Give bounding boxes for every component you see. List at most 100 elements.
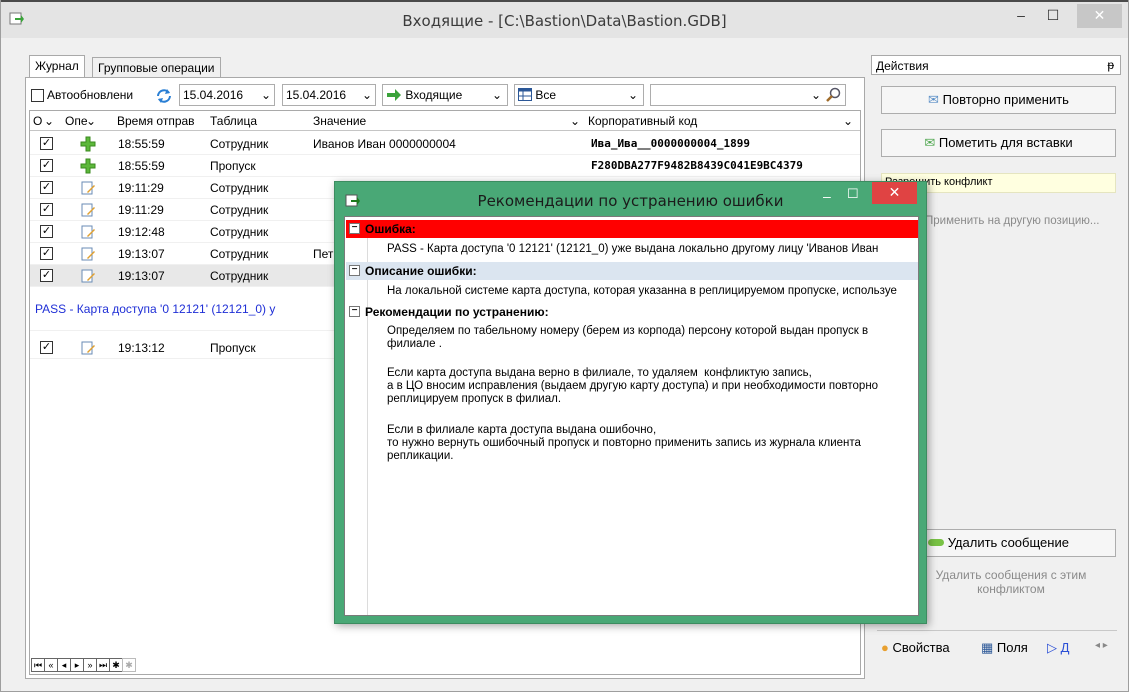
col-header-time[interactable]: Время отправ [117,114,195,128]
actions-title: Действия [876,59,929,73]
filter-select[interactable]: Все ⌄ [514,84,644,106]
row-time: 19:13:07 [118,269,165,283]
filter-value: Все [535,88,557,102]
dialog-close-button[interactable]: ✕ [872,182,917,204]
date-to-select[interactable]: 15.04.2016 ⌄ [282,84,376,106]
actions-header: Действия ᵽ [871,55,1121,75]
chevron-down-icon[interactable]: ⌄ [570,114,580,128]
chevron-down-icon[interactable]: ⌄ [86,114,96,128]
reapply-label: Повторно применить [942,92,1069,107]
disabled-nav-icon: ✱ [122,658,136,672]
arrow-right-icon [387,89,401,101]
row-table: Пропуск [210,341,256,355]
recommendations-header: Рекомендации по устранению: [365,305,549,319]
search-input[interactable]: ⌄ [650,84,846,106]
table-row[interactable]: ✓ 18:55:59 Пропуск F280DBA277F9482B8439C… [30,155,860,177]
description-text: На локальной системе карта доступа, кото… [387,285,897,297]
minus-icon [928,539,945,546]
minimize-button[interactable]: – [1006,4,1036,28]
mark-insert-label: Пометить для вставки [938,135,1073,150]
tab-fields[interactable]: ▦ Поля [981,640,1028,656]
edit-icon [81,247,95,261]
tab-properties-label: Свойства [892,640,950,655]
last-record-icon[interactable]: ⏭ [96,658,110,672]
tab-scroll-icon[interactable]: ◂ ▸ [1095,640,1108,651]
table-row[interactable]: ✓ 18:55:59 Сотрудник Иванов Иван 0000000… [30,133,860,155]
recommendation-paragraph-1: Определяем по табельному номеру (берем и… [387,325,872,350]
new-record-icon[interactable]: ✱ [109,658,123,672]
mark-insert-button[interactable]: ✉ Пометить для вставки [881,129,1116,157]
dialog-body: − Ошибка: PASS - Карта доступа '0 12121'… [344,216,919,616]
window-title: Входящие - [C:\Bastion\Data\Bastion.GDB] [402,12,727,30]
error-section-header[interactable]: − Ошибка: [346,220,918,238]
date-from-value: 15.04.2016 [183,88,244,102]
col-header-op[interactable]: Опе [65,114,88,128]
row-table: Сотрудник [210,225,269,239]
tab-fields-label: Поля [996,640,1028,655]
recommendations-section-header[interactable]: − Рекомендации по устранению: [346,303,918,321]
next-record-icon[interactable]: ▸ [70,658,84,672]
tab-d[interactable]: ▷ Д [1047,640,1069,656]
collapse-icon[interactable]: − [349,306,360,317]
first-record-icon[interactable]: ⏮ [31,658,45,672]
row-time: 19:13:07 [118,247,165,261]
apply-other-item: Применить на другую позицию... [925,215,1100,227]
row-value: Пет [313,247,334,261]
recommendation-paragraph-2: Если карта доступа выдана верно в филиал… [387,367,879,405]
row-code: F280DBA277F9482B8439C041E9BC4379 [591,159,803,172]
search-icon[interactable] [825,87,841,103]
maximize-button[interactable]: ☐ [1038,4,1068,28]
add-icon [80,158,96,174]
tab-properties[interactable]: ● Свойства [881,640,950,655]
chevron-down-icon: ⌄ [260,88,271,102]
chevron-down-icon: ⌄ [627,88,638,102]
reapply-button[interactable]: ✉ Повторно применить [881,86,1116,114]
col-header-table[interactable]: Таблица [210,114,257,128]
row-table: Сотрудник [210,203,269,217]
autoupdate-checkbox[interactable] [31,89,44,102]
prev-page-icon[interactable]: « [44,658,58,672]
row-checkbox[interactable]: ✓ [40,247,53,260]
row-code: Ива_Ива__0000000004_1899 [591,137,750,150]
dialog-maximize-button[interactable]: ☐ [847,186,867,202]
pin-icon[interactable]: ᵽ [1107,58,1114,72]
row-error-text: PASS - Карта доступа '0 12121' (12121_0)… [35,302,276,316]
row-table: Сотрудник [210,269,269,283]
add-icon [80,136,96,152]
row-checkbox[interactable]: ✓ [40,137,53,150]
refresh-icon[interactable] [155,87,173,105]
recommendation-paragraph-3: Если в филиале карта доступа выдана ошиб… [387,424,861,462]
col-header-value[interactable]: Значение [313,114,366,128]
row-checkbox[interactable]: ✓ [40,159,53,172]
row-table: Сотрудник [210,137,269,151]
direction-select[interactable]: Входящие ⌄ [382,84,508,106]
edit-icon [81,341,95,355]
next-page-icon[interactable]: » [83,658,97,672]
col-header-o[interactable]: О [33,114,42,128]
toolbar: Автообновлени 15.04.2016 ⌄ 15.04.2016 ⌄ … [29,84,861,108]
divider [877,630,1117,631]
description-header: Описание ошибки: [365,264,477,278]
envelope-icon: ✉ [928,92,939,107]
collapse-icon[interactable]: − [349,265,360,276]
edit-icon [81,203,95,217]
tab-journal[interactable]: Журнал [29,55,85,77]
tab-group-operations[interactable]: Групповые операции [92,57,221,77]
row-checkbox[interactable]: ✓ [40,225,53,238]
row-checkbox[interactable]: ✓ [40,269,53,282]
chevron-down-icon[interactable]: ⌄ [843,114,853,128]
collapse-icon[interactable]: − [349,223,360,234]
chevron-down-icon[interactable]: ⌄ [44,114,54,128]
title-bar[interactable]: Входящие - [C:\Bastion\Data\Bastion.GDB]… [1,0,1128,38]
description-section-header[interactable]: − Описание ошибки: [346,262,918,280]
prev-record-icon[interactable]: ◂ [57,658,71,672]
row-checkbox[interactable]: ✓ [40,203,53,216]
row-checkbox[interactable]: ✓ [40,341,53,354]
col-header-corp-code[interactable]: Корпоративный код [588,114,697,128]
dialog-minimize-button[interactable]: – [823,188,843,204]
direction-value: Входящие [405,88,463,102]
close-button[interactable]: ✕ [1077,4,1122,28]
error-text: PASS - Карта доступа '0 12121' (12121_0)… [387,243,879,255]
row-checkbox[interactable]: ✓ [40,181,53,194]
date-from-select[interactable]: 15.04.2016 ⌄ [179,84,275,106]
